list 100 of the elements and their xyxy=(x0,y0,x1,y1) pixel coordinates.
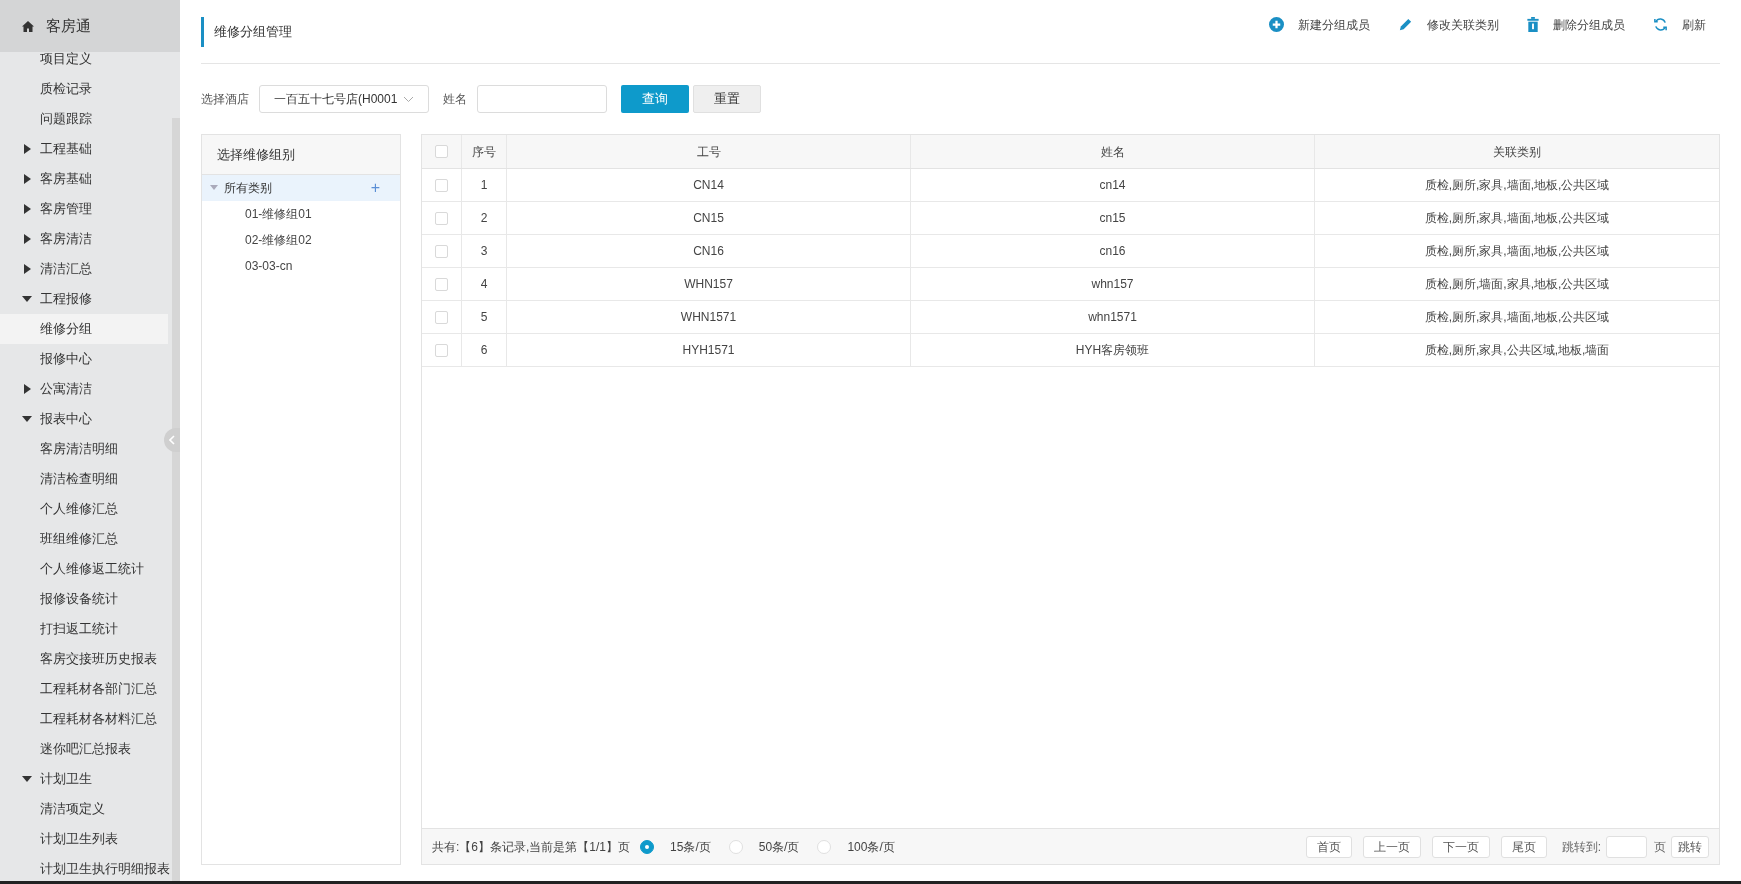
caret-right-icon xyxy=(22,264,32,274)
pager-button[interactable]: 上一页 xyxy=(1362,835,1421,858)
hotel-select[interactable]: 一百五十七号店(H0001 xyxy=(259,85,429,113)
table-cell: 2 xyxy=(462,202,507,234)
app-title: 客房通 xyxy=(46,15,91,36)
caret-right-icon xyxy=(22,384,32,394)
table-cell: 1 xyxy=(462,169,507,201)
checkbox[interactable] xyxy=(435,145,448,158)
sidebar-section[interactable]: 报表中心 xyxy=(0,404,168,434)
table-cell-text: 质检,厕所,家具,墙面,地板,公共区域 xyxy=(1423,177,1611,194)
table-cell: 3 xyxy=(462,235,507,267)
table-cell: CN16 xyxy=(507,235,911,267)
checkbox[interactable] xyxy=(435,277,448,291)
page-size-radio[interactable]: 50条/页 xyxy=(728,837,800,856)
pencil-icon xyxy=(1398,17,1413,32)
sidebar-item[interactable]: 客房清洁明细 xyxy=(0,434,168,464)
sidebar-item[interactable]: 工程耗材各部门汇总 xyxy=(0,674,168,704)
sidebar-section[interactable]: 客房清洁 xyxy=(0,224,168,254)
sidebar-item[interactable]: 问题跟踪 xyxy=(0,104,168,134)
table-cell: CN14 xyxy=(507,169,911,201)
caret-right-icon xyxy=(22,174,32,184)
sidebar-item[interactable]: 报修中心 xyxy=(0,344,168,374)
tree-node[interactable]: 03-03-cn xyxy=(202,253,400,279)
sidebar-item[interactable]: 打扫返工统计 xyxy=(0,614,168,644)
page-input[interactable] xyxy=(1606,835,1647,858)
sidebar-section[interactable]: 客房基础 xyxy=(0,164,168,194)
page-size-radio[interactable]: 15条/页 xyxy=(640,837,711,856)
name-label: 姓名 xyxy=(443,91,467,108)
sidebar-item[interactable]: 工程耗材各材料汇总 xyxy=(0,704,168,734)
sidebar-item[interactable]: 维修分组 xyxy=(0,314,168,344)
sidebar-section[interactable]: 清洁汇总 xyxy=(0,254,168,284)
sidebar-section[interactable]: 客房管理 xyxy=(0,194,168,224)
toolbar-button[interactable]: 删除分组成员 xyxy=(1527,15,1625,34)
table-cell-text: 质检,厕所,家具,墙面,地板,公共区域 xyxy=(1423,210,1611,227)
record-summary: 共有:【6】条记录,当前是第【1/1】页 xyxy=(432,838,631,856)
home-icon xyxy=(22,20,34,32)
sidebar-item[interactable]: 客房交接班历史报表 xyxy=(0,644,168,674)
checkbox[interactable] xyxy=(435,244,448,258)
tree-node[interactable]: 01-维修组01 xyxy=(202,201,400,227)
checkbox[interactable] xyxy=(435,211,448,225)
table-cell-text: 质检,厕所,家具,墙面,地板,公共区域 xyxy=(1423,243,1611,260)
checkbox[interactable] xyxy=(435,343,448,357)
pager-button[interactable]: 首页 xyxy=(1305,835,1352,858)
sidebar-item[interactable]: 迷你吧汇总报表 xyxy=(0,734,168,764)
sidebar-item[interactable]: 班组维修汇总 xyxy=(0,524,168,554)
page-title: 维修分组管理 xyxy=(201,16,292,47)
table-cell: WHN157 xyxy=(507,268,911,300)
sidebar-item[interactable]: 计划卫生列表 xyxy=(0,824,168,854)
checkbox[interactable] xyxy=(435,310,448,324)
caret-right-icon xyxy=(22,144,32,154)
table-cell: cn16 xyxy=(911,235,1315,267)
sidebar-section[interactable]: 工程基础 xyxy=(0,134,168,164)
caret-down-icon xyxy=(22,414,32,424)
checkbox[interactable] xyxy=(435,178,448,192)
table-cell: cn15 xyxy=(911,202,1315,234)
add-icon xyxy=(1269,17,1284,32)
tree-node[interactable]: 所有类别 + xyxy=(202,175,400,201)
pager-button[interactable]: 下一页 xyxy=(1431,835,1490,858)
table-cell: 6 xyxy=(462,334,507,366)
reset-button[interactable]: 重置 xyxy=(693,85,761,113)
sidebar-item[interactable]: 项目定义 xyxy=(0,44,168,74)
table-cell: CN15 xyxy=(507,202,911,234)
table-cell-text: 质检,厕所,家具,公共区域,地板,墙面 xyxy=(1423,342,1611,359)
sidebar-item[interactable]: 质检记录 xyxy=(0,74,168,104)
collapse-handle[interactable] xyxy=(164,428,180,452)
table-cell: HYH客房领班 xyxy=(911,334,1315,366)
page-size-radio[interactable]: 100条/页 xyxy=(817,837,895,856)
sidebar-item[interactable]: 个人维修返工统计 xyxy=(0,554,168,584)
name-input[interactable] xyxy=(477,85,607,113)
sidebar-item[interactable]: 清洁项定义 xyxy=(0,794,168,824)
caret-right-icon xyxy=(22,234,32,244)
caret-down-icon xyxy=(22,294,32,304)
toolbar-button[interactable]: 修改关联类别 xyxy=(1398,15,1499,34)
sidebar-section[interactable]: 计划卫生 xyxy=(0,764,168,794)
chevron-down-icon xyxy=(403,95,414,103)
caret-down-icon xyxy=(210,185,218,191)
page-unit: 页 xyxy=(1654,838,1666,856)
table-cell-text: 质检,厕所,家具,墙面,地板,公共区域 xyxy=(1423,309,1611,326)
sidebar-item[interactable]: 清洁检查明细 xyxy=(0,464,168,494)
table-cell: WHN1571 xyxy=(507,301,911,333)
sidebar-section[interactable]: 工程报修 xyxy=(0,284,168,314)
sidebar-item[interactable]: 计划卫生执行明细报表 xyxy=(0,854,168,881)
table-cell: whn1571 xyxy=(911,301,1315,333)
table-cell: 4 xyxy=(462,268,507,300)
sidebar-item[interactable]: 个人维修汇总 xyxy=(0,494,168,524)
jump-button[interactable]: 跳转 xyxy=(1671,835,1709,858)
table-cell: cn14 xyxy=(911,169,1315,201)
caret-down-icon xyxy=(22,774,32,784)
pager-button[interactable]: 尾页 xyxy=(1500,835,1547,858)
table-cell: HYH1571 xyxy=(507,334,911,366)
sidebar-section[interactable]: 公寓清洁 xyxy=(0,374,168,404)
trash-icon xyxy=(1527,17,1539,32)
column-header: 工号 xyxy=(507,135,911,168)
toolbar-button[interactable]: 刷新 xyxy=(1653,15,1706,34)
toolbar-button[interactable]: 新建分组成员 xyxy=(1269,15,1370,34)
sidebar-item[interactable]: 报修设备统计 xyxy=(0,584,168,614)
table-cell: 5 xyxy=(462,301,507,333)
scrollbar[interactable] xyxy=(172,118,180,881)
tree-node[interactable]: 02-维修组02 xyxy=(202,227,400,253)
refresh-icon xyxy=(1653,17,1668,32)
